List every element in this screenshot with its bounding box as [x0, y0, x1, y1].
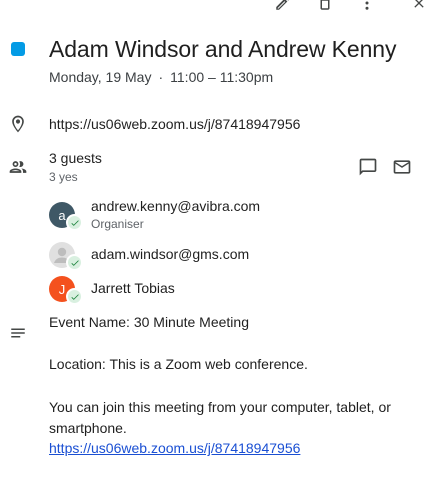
guest-item[interactable]: a andrew.kenny@avibra.com Organiser	[49, 198, 419, 232]
event-date: Monday, 19 May	[49, 69, 152, 85]
guest-role: Organiser	[91, 217, 144, 231]
check-icon	[66, 288, 83, 305]
trash-icon[interactable]	[314, 0, 336, 14]
avatar-initial: J	[58, 281, 66, 297]
mail-icon[interactable]	[390, 155, 414, 179]
event-datetime: Monday, 19 May · 11:00 – 11:30pm	[49, 69, 273, 85]
chat-icon[interactable]	[356, 155, 380, 179]
check-icon	[66, 254, 83, 271]
event-color-square	[11, 42, 25, 56]
guest-item[interactable]: adam.windsor@gms.com	[49, 238, 419, 272]
description-link-row: https://us06web.zoom.us/j/87418947956	[49, 438, 419, 459]
guest-name: andrew.kenny@avibra.com	[91, 198, 261, 214]
meeting-link[interactable]: https://us06web.zoom.us/j/87418947956	[49, 440, 300, 456]
datetime-separator: ·	[158, 69, 164, 85]
avatar-initial: a	[58, 207, 66, 223]
event-title: Adam Windsor and Andrew Kenny	[49, 36, 397, 62]
people-icon	[7, 156, 29, 178]
close-icon[interactable]	[408, 0, 430, 14]
description-event-name: Event Name: 30 Minute Meeting	[49, 314, 249, 330]
notes-icon	[7, 322, 29, 344]
check-icon	[66, 214, 83, 231]
guest-item[interactable]: J Jarrett Tobias	[49, 272, 419, 306]
more-vert-icon[interactable]	[356, 0, 378, 14]
description-join-text: You can join this meeting from your comp…	[49, 399, 391, 436]
location-pin-icon	[7, 112, 29, 136]
location-text[interactable]: https://us06web.zoom.us/j/87418947956	[49, 116, 300, 132]
guest-name: adam.windsor@gms.com	[91, 246, 250, 262]
description-location: Location: This is a Zoom web conference.	[49, 356, 308, 372]
event-time: 11:00 – 11:30pm	[170, 69, 274, 85]
guest-rsvp-summary: 3 yes	[49, 170, 78, 184]
pencil-icon[interactable]	[272, 0, 294, 14]
guest-name: Jarrett Tobias	[91, 280, 175, 296]
guest-count: 3 guests	[49, 150, 102, 166]
